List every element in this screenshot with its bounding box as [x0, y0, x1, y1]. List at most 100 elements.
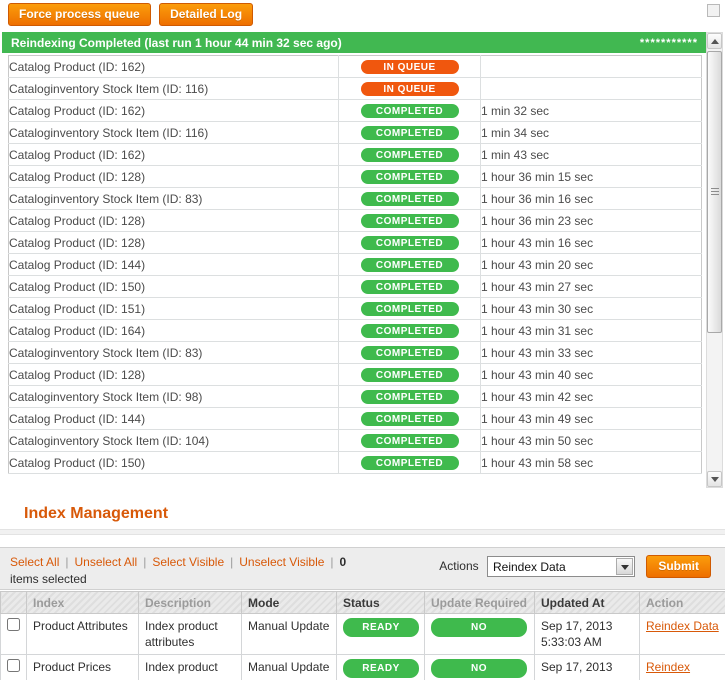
- column-header-status[interactable]: Status: [336, 591, 425, 614]
- status-badge: COMPLETED: [360, 126, 459, 140]
- process-name: Catalog Product (ID: 164): [8, 319, 339, 342]
- reindex-data-link[interactable]: Reindex Data: [646, 619, 719, 633]
- link-separator: |: [230, 555, 234, 569]
- status-cell: IN QUEUE: [338, 55, 481, 78]
- duration-ago: 1 hour 43 min 49 sec: [480, 407, 702, 430]
- select-visible-link[interactable]: Select Visible: [152, 555, 224, 569]
- duration-ago: [480, 55, 702, 78]
- log-row: Catalog Product (ID: 128) COMPLETED 1 ho…: [8, 209, 702, 232]
- arrow-up-icon: [711, 39, 719, 44]
- process-name: Catalog Product (ID: 128): [8, 363, 339, 386]
- duration-ago: 1 hour 43 min 20 sec: [480, 253, 702, 276]
- unselect-visible-link[interactable]: Unselect Visible: [239, 555, 324, 569]
- process-name: Catalog Product (ID: 162): [8, 143, 339, 166]
- duration-ago: 1 hour 36 min 16 sec: [480, 187, 702, 210]
- index-status-cell: READY: [336, 654, 425, 680]
- row-checkbox[interactable]: [7, 618, 20, 631]
- force-process-queue-button[interactable]: Force process queue: [8, 3, 151, 26]
- status-badge: COMPLETED: [360, 346, 459, 360]
- log-row: Cataloginventory Stock Item (ID: 116) CO…: [8, 121, 702, 144]
- status-badge: COMPLETED: [360, 170, 459, 184]
- submit-button[interactable]: Submit: [646, 555, 711, 578]
- duration-ago: 1 min 32 sec: [480, 99, 702, 122]
- column-header-update-required[interactable]: Update Required: [424, 591, 535, 614]
- selected-count: 0: [339, 555, 347, 569]
- log-row: Catalog Product (ID: 162) COMPLETED 1 mi…: [8, 143, 702, 166]
- column-header-description[interactable]: Description: [138, 591, 242, 614]
- scroll-up-button[interactable]: [707, 33, 722, 49]
- top-button-bar: Force process queue Detailed Log: [8, 3, 258, 26]
- index-mode: Manual Update: [241, 654, 337, 680]
- status-cell: COMPLETED: [338, 319, 481, 342]
- reindex-data-link[interactable]: Reindex: [646, 660, 690, 674]
- process-name: Catalog Product (ID: 150): [8, 275, 339, 298]
- log-row: Cataloginventory Stock Item (ID: 116) IN…: [8, 77, 702, 100]
- log-row: Catalog Product (ID: 162) COMPLETED 1 mi…: [8, 99, 702, 122]
- unselect-all-link[interactable]: Unselect All: [74, 555, 137, 569]
- duration-ago: 1 hour 43 min 16 sec: [480, 231, 702, 254]
- process-name: Cataloginventory Stock Item (ID: 116): [8, 77, 339, 100]
- section-divider: [0, 529, 725, 535]
- log-header-stars: ***********: [639, 37, 698, 49]
- index-status-cell: READY: [336, 613, 425, 655]
- scroll-down-button[interactable]: [707, 471, 722, 487]
- index-name: Product Prices: [26, 654, 139, 680]
- log-row: Catalog Product (ID: 151) COMPLETED 1 ho…: [8, 297, 702, 320]
- column-header-index[interactable]: Index: [26, 591, 139, 614]
- column-header-action: Action: [639, 591, 725, 614]
- scrollbar-grip-icon: [711, 188, 719, 196]
- index-mode: Manual Update: [241, 613, 337, 655]
- dropdown-button[interactable]: [615, 558, 633, 575]
- index-grid-row: Product Prices Index product Manual Upda…: [0, 654, 725, 680]
- status-badge: COMPLETED: [360, 280, 459, 294]
- page-title: Index Management: [24, 505, 169, 522]
- row-checkbox[interactable]: [7, 659, 20, 672]
- status-badge: COMPLETED: [360, 236, 459, 250]
- status-badge: COMPLETED: [360, 324, 459, 338]
- scrollbar-thumb[interactable]: [707, 51, 722, 333]
- index-name: Product Attributes: [26, 613, 139, 655]
- top-right-box: [707, 4, 720, 17]
- selection-links: Select All | Unselect All | Select Visible | U…: [10, 554, 440, 588]
- status-cell: COMPLETED: [338, 451, 481, 474]
- status-cell: COMPLETED: [338, 143, 481, 166]
- log-row: Cataloginventory Stock Item (ID: 83) COM…: [8, 187, 702, 210]
- log-scrollbar[interactable]: [706, 32, 723, 488]
- status-cell: COMPLETED: [338, 99, 481, 122]
- status-badge: COMPLETED: [360, 192, 459, 206]
- log-row: Cataloginventory Stock Item (ID: 104) CO…: [8, 429, 702, 452]
- log-status-header: *********** Reindexing Completed (last r…: [2, 32, 706, 53]
- status-cell: COMPLETED: [338, 341, 481, 364]
- actions-select[interactable]: Reindex Data: [486, 556, 635, 577]
- status-badge: IN QUEUE: [360, 60, 459, 74]
- process-name: Cataloginventory Stock Item (ID: 104): [8, 429, 339, 452]
- ready-badge: READY: [343, 618, 419, 637]
- status-cell: COMPLETED: [338, 121, 481, 144]
- row-checkbox-cell: [0, 613, 27, 655]
- chevron-down-icon: [620, 565, 629, 570]
- update-required-badge: NO: [431, 618, 527, 637]
- status-badge: COMPLETED: [360, 214, 459, 228]
- log-header-text: Reindexing Completed (last run 1 hour 44…: [11, 36, 342, 50]
- status-cell: COMPLETED: [338, 253, 481, 276]
- process-name: Catalog Product (ID: 162): [8, 55, 339, 78]
- column-header-mode[interactable]: Mode: [241, 591, 337, 614]
- duration-ago: 1 hour 43 min 42 sec: [480, 385, 702, 408]
- updated-at: Sep 17, 2013: [534, 654, 640, 680]
- detailed-log-button[interactable]: Detailed Log: [159, 3, 254, 26]
- log-row: Catalog Product (ID: 150) COMPLETED 1 ho…: [8, 451, 702, 474]
- duration-ago: 1 hour 43 min 31 sec: [480, 319, 702, 342]
- action-cell: Reindex: [639, 654, 725, 680]
- index-description: Index product: [138, 654, 242, 680]
- select-all-link[interactable]: Select All: [10, 555, 59, 569]
- update-required-badge: NO: [431, 659, 527, 678]
- status-badge: COMPLETED: [360, 302, 459, 316]
- index-management-page: Force process queue Detailed Log *******…: [0, 0, 725, 680]
- log-row: Catalog Product (ID: 144) COMPLETED 1 ho…: [8, 407, 702, 430]
- status-badge: COMPLETED: [360, 390, 459, 404]
- column-header-updated-at[interactable]: Updated At: [534, 591, 640, 614]
- log-row: Catalog Product (ID: 144) COMPLETED 1 ho…: [8, 253, 702, 276]
- ready-badge: READY: [343, 659, 419, 678]
- link-separator: |: [143, 555, 147, 569]
- status-badge: COMPLETED: [360, 148, 459, 162]
